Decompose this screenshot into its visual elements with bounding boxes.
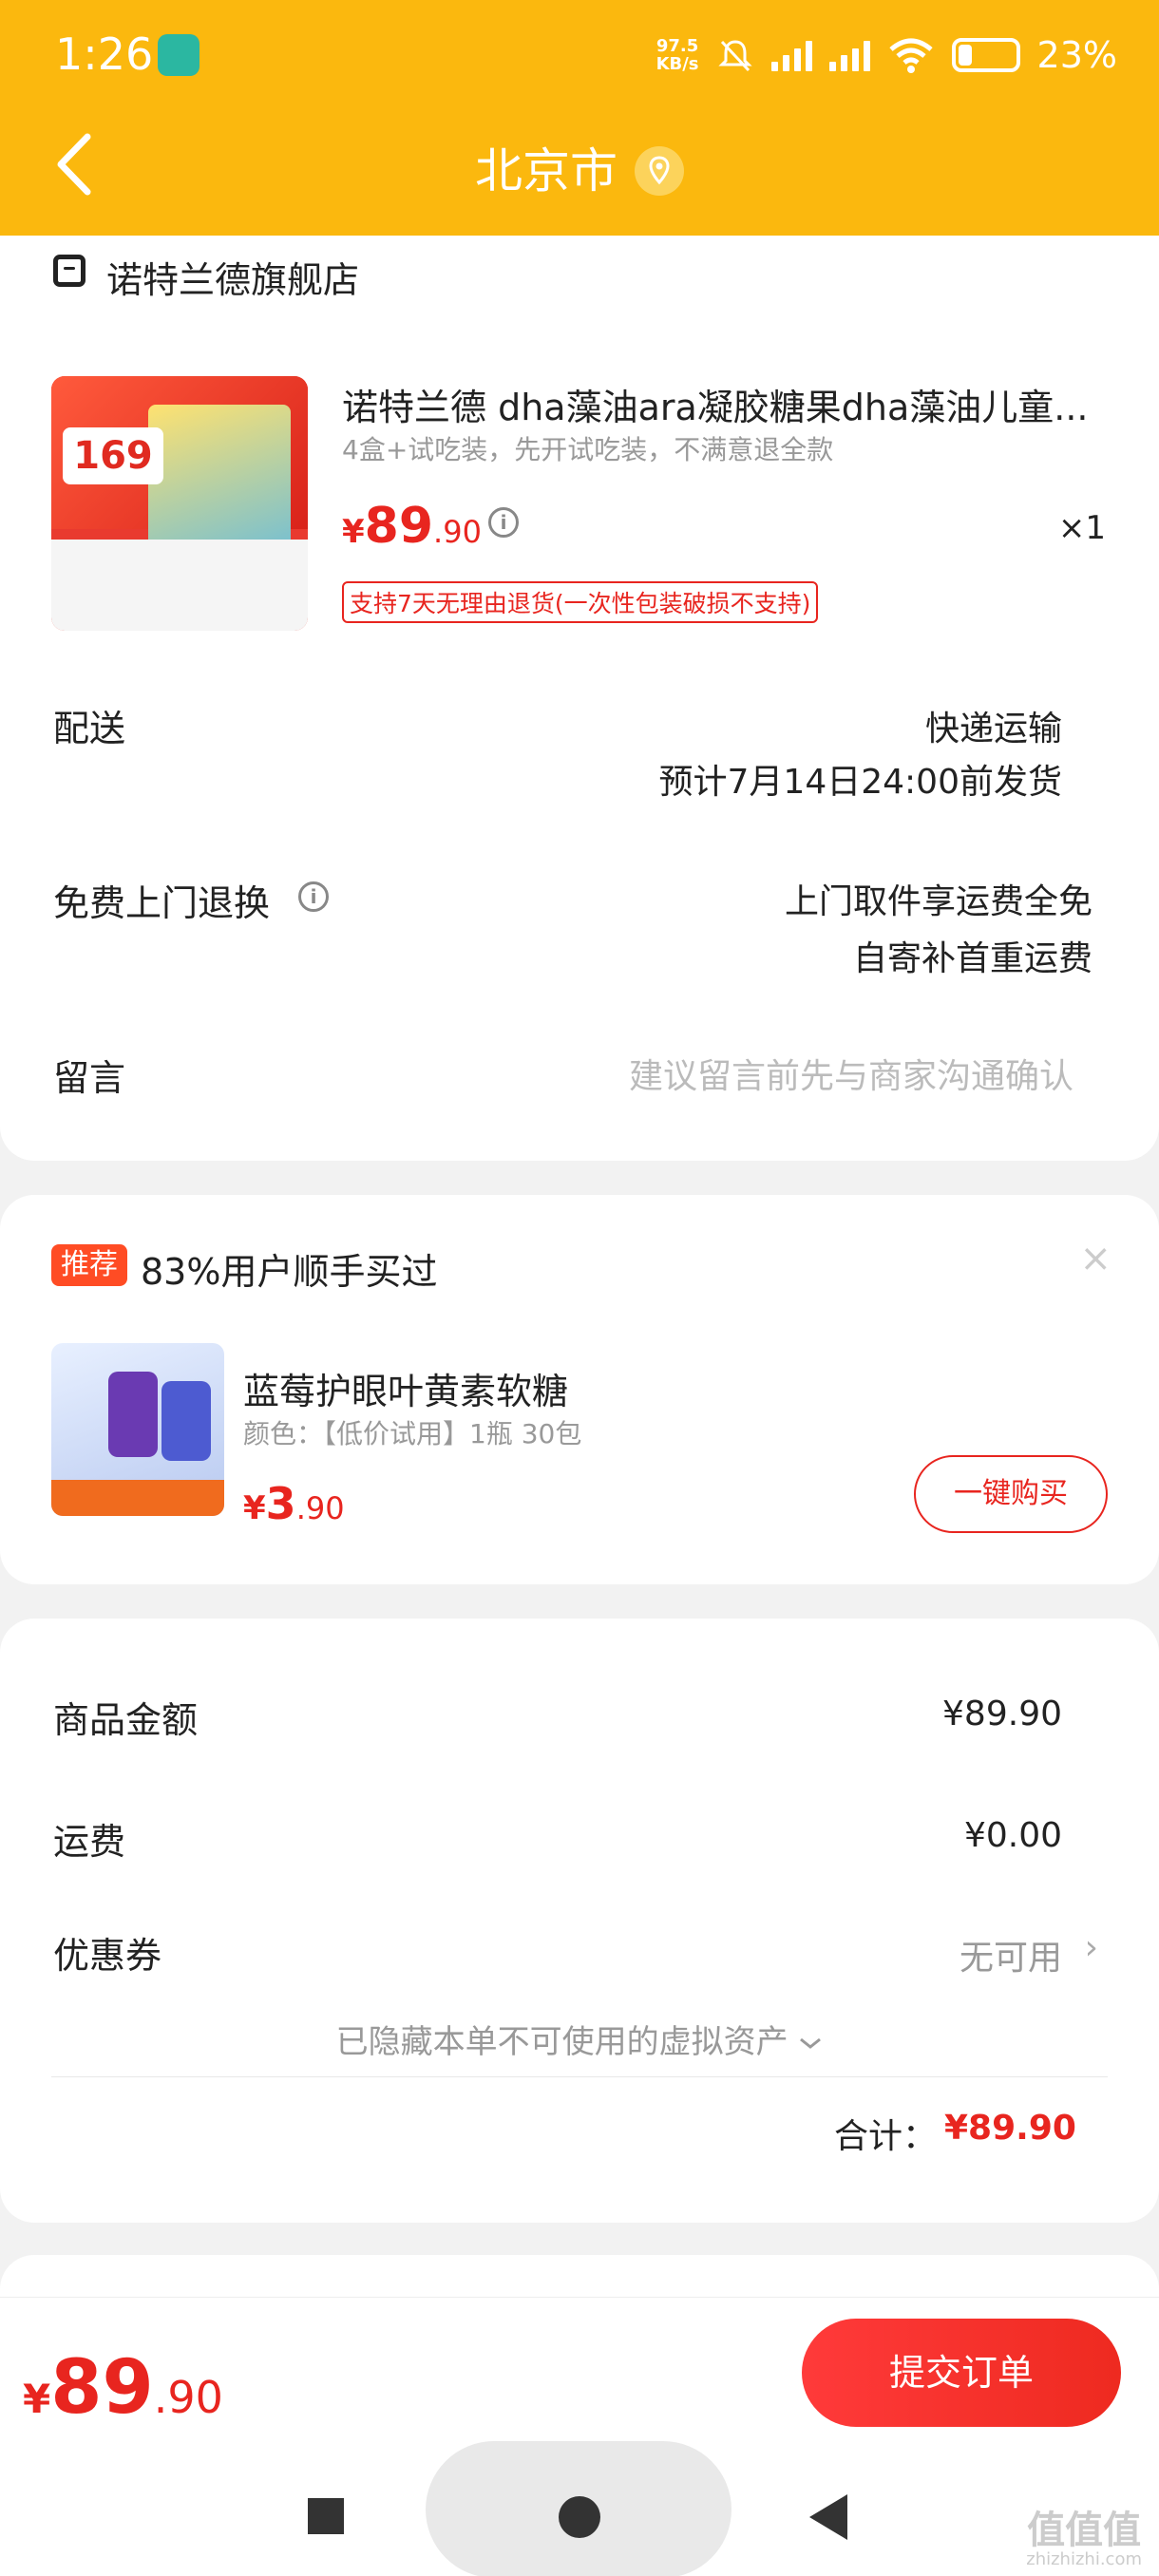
- recommend-item-spec: 颜色：【低价试用】1瓶 30包: [243, 1418, 582, 1449]
- shipping-label: 运费: [53, 1821, 126, 1863]
- nav-back-icon[interactable]: [809, 2494, 847, 2540]
- recents-icon[interactable]: [308, 2498, 344, 2534]
- free-return-line1: 上门取件享运费全免: [784, 882, 1092, 921]
- status-time: 1:26: [55, 28, 154, 80]
- return-policy-badge: 支持7天无理由退货(一次性包装破损不支持): [342, 581, 819, 623]
- watermark: 值值值 zhizhizhi.com: [1026, 2509, 1142, 2569]
- message-label: 留言: [53, 1057, 126, 1099]
- top-bar: 1:26 97.5 KB/s 23% 北京市: [0, 0, 1159, 236]
- product-quantity: ×1: [1057, 509, 1106, 547]
- recommend-item-name[interactable]: 蓝莓护眼叶黄素软糖: [243, 1362, 568, 1414]
- page-title[interactable]: 北京市: [0, 133, 1159, 201]
- recommend-tag: 推荐: [51, 1244, 127, 1286]
- recommend-card: 推荐 83%用户顺手买过 × 蓝莓护眼叶黄素软糖 颜色：【低价试用】1瓶 30包…: [0, 1195, 1159, 1584]
- chevron-right-icon[interactable]: ›: [1085, 1928, 1098, 1967]
- message-input[interactable]: 建议留言前先与商家沟通确认: [629, 1049, 1074, 1098]
- recommend-thumbnail[interactable]: [51, 1343, 224, 1516]
- shipping-value: ¥0.00: [963, 1816, 1062, 1855]
- close-icon[interactable]: ×: [1079, 1237, 1112, 1280]
- product-thumbnail[interactable]: 169: [51, 376, 308, 631]
- signal-icon-1: [770, 39, 812, 71]
- coupon-value[interactable]: 无可用: [960, 1930, 1062, 1979]
- goods-amount-label: 商品金额: [53, 1699, 199, 1741]
- wifi-icon: [888, 38, 933, 73]
- status-right: 97.5 KB/s 23%: [656, 30, 1117, 80]
- coupon-label: 优惠券: [53, 1935, 162, 1977]
- total-value: ¥89.90: [944, 2109, 1076, 2148]
- network-speed: 97.5 KB/s: [656, 36, 699, 74]
- battery-percent: 23%: [1036, 34, 1117, 76]
- free-return-label: 免费上门退换: [53, 882, 271, 924]
- home-icon[interactable]: [559, 2496, 600, 2538]
- chevron-down-icon: [800, 2037, 822, 2049]
- recommend-title: 83%用户顺手买过: [141, 1251, 438, 1293]
- product-price: ¥89.90: [342, 498, 482, 555]
- product-spec[interactable]: 4盒+试吃装，先开试吃装，不满意退全款: [342, 429, 833, 467]
- goods-amount-value: ¥89.90: [942, 1695, 1062, 1733]
- battery-icon: [951, 38, 1020, 72]
- one-click-buy-button[interactable]: 一键购买: [914, 1455, 1108, 1533]
- store-icon: [53, 255, 86, 287]
- order-card: 诺特兰德旗舰店 169 诺特兰德 dha藻油ara凝胶糖果dha藻油儿童... …: [0, 236, 1159, 1161]
- location-icon: [635, 145, 684, 196]
- app-notification-icon: [158, 34, 200, 76]
- mute-icon: [717, 40, 752, 72]
- submit-order-button[interactable]: 提交订单: [802, 2319, 1121, 2427]
- system-nav-bar: [0, 2428, 1159, 2576]
- status-bar: 1:26 97.5 KB/s 23%: [0, 0, 1159, 112]
- total-label: 合计：: [834, 2117, 938, 2156]
- store-name[interactable]: 诺特兰德旗舰店: [106, 251, 359, 303]
- free-return-info-icon[interactable]: i: [298, 881, 329, 912]
- signal-icon-2: [828, 39, 870, 71]
- delivery-label: 配送: [53, 708, 126, 749]
- delivery-method[interactable]: 快递运输: [925, 701, 1062, 750]
- thumbnail-price: 169: [63, 427, 163, 484]
- hidden-assets-toggle[interactable]: 已隐藏本单不可使用的虚拟资产: [0, 2016, 1159, 2062]
- summary-card: 商品金额 ¥89.90 运费 ¥0.00 优惠券 无可用 › 已隐藏本单不可使用…: [0, 1619, 1159, 2223]
- city-name: 北京市: [475, 143, 618, 199]
- divider: [51, 2076, 1108, 2077]
- product-title[interactable]: 诺特兰德 dha藻油ara凝胶糖果dha藻油儿童...: [342, 378, 1102, 430]
- recommend-item-price: ¥3.90: [243, 1478, 345, 1529]
- free-return-line2: 自寄补首重运费: [852, 939, 1092, 978]
- bottom-total-price: ¥89.90: [23, 2345, 223, 2431]
- info-icon[interactable]: i: [488, 507, 519, 538]
- delivery-estimate: 预计7月14日24:00前发货: [658, 763, 1062, 802]
